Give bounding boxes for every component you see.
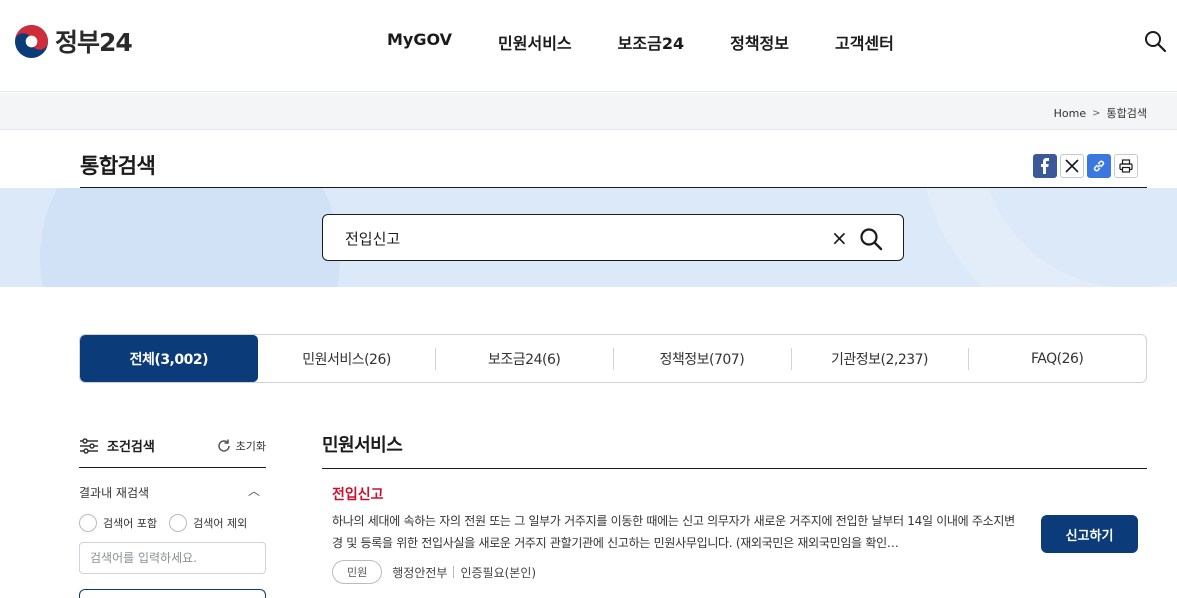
tab-civil-service[interactable]: 민원서비스(26) — [258, 335, 436, 382]
nav-subsidy24[interactable]: 보조금24 — [618, 30, 684, 54]
x-icon — [1065, 159, 1079, 173]
breadcrumb-home[interactable]: Home — [1054, 107, 1086, 120]
facebook-share-button[interactable] — [1033, 154, 1057, 178]
search-banner: × — [0, 188, 1177, 287]
sliders-icon — [80, 437, 98, 454]
print-button[interactable] — [1114, 154, 1138, 178]
search-icon[interactable] — [1143, 29, 1167, 53]
facebook-icon — [1041, 158, 1049, 174]
breadcrumb-current: 통합검색 — [1106, 107, 1147, 120]
result-item: 전입신고 하나의 세대에 속하는 자의 전원 또는 그 일부가 거주지를 이동한… — [332, 484, 1147, 584]
filter-title-label: 조건검색 — [107, 440, 155, 455]
refine-options: 검색어 포함 검색어 제외 — [79, 514, 266, 532]
taegeuk-logo-icon — [14, 24, 49, 58]
refine-search-header: 결과내 재검색 ︿ — [79, 484, 266, 504]
tab-subsidy24[interactable]: 보조금24(6) — [435, 335, 613, 382]
page-title: 통합검색 — [80, 154, 156, 178]
breadcrumb: Home > 통합검색 — [1054, 105, 1147, 121]
clear-icon[interactable]: × — [831, 227, 848, 249]
nav-mygov[interactable]: MyGOV — [387, 30, 452, 54]
chevron-up-icon[interactable]: ︿ — [248, 482, 260, 499]
exclude-keyword-label: 검색어 제외 — [193, 517, 248, 530]
result-agency: 행정안전부 — [392, 565, 448, 580]
reset-label: 초기화 — [235, 440, 266, 453]
logo-text: 정부24 — [55, 28, 133, 57]
site-header: 정부24 MyGOV 민원서비스 보조금24 정책정보 고객센터 — [0, 0, 1177, 92]
breadcrumb-bar: Home > 통합검색 — [0, 93, 1177, 130]
report-button[interactable]: 신고하기 — [1041, 515, 1138, 553]
main-nav: MyGOV 민원서비스 보조금24 정책정보 고객센터 — [387, 30, 940, 54]
nav-customer-center[interactable]: 고객센터 — [835, 30, 894, 54]
tab-all[interactable]: 전체(3,002) — [80, 335, 258, 382]
filter-next-section — [79, 589, 266, 598]
share-tools — [1030, 154, 1138, 178]
search-input[interactable] — [345, 227, 825, 249]
x-share-button[interactable] — [1060, 154, 1084, 178]
filter-header: 조건검색 초기화 — [79, 428, 266, 468]
search-box: × — [322, 214, 904, 261]
result-description: 하나의 세대에 속하는 자의 전원 또는 그 일부가 거주지를 이동한 때에는 … — [332, 514, 1015, 550]
tab-faq[interactable]: FAQ(26) — [968, 335, 1146, 382]
meta-divider — [453, 566, 455, 578]
tab-agency-info[interactable]: 기관정보(2,237) — [790, 335, 969, 382]
exclude-keyword-radio[interactable]: 검색어 제외 — [169, 514, 247, 532]
copy-link-button[interactable] — [1087, 154, 1111, 178]
link-icon — [1093, 160, 1105, 172]
nav-civil-service[interactable]: 민원서비스 — [498, 30, 572, 54]
result-auth: 인증필요(본인) — [460, 565, 537, 580]
include-keyword-radio[interactable]: 검색어 포함 — [79, 514, 157, 532]
refresh-icon — [217, 439, 230, 452]
filter-panel: 조건검색 초기화 결과내 재검색 ︿ 검색어 포함 검색어 제외 — [79, 428, 266, 598]
search-submit-icon[interactable] — [859, 227, 883, 251]
section-divider — [322, 468, 1147, 469]
result-meta: 민원 행정안전부 인증필요(본인) — [332, 560, 1147, 584]
print-icon — [1119, 159, 1133, 173]
nav-policy-info[interactable]: 정책정보 — [730, 30, 789, 54]
tab-policy-info[interactable]: 정책정보(707) — [613, 335, 791, 382]
site-logo[interactable]: 정부24 — [14, 23, 133, 59]
filter-title: 조건검색 — [79, 436, 155, 455]
refine-search-input[interactable] — [79, 542, 266, 574]
refine-search-label: 결과내 재검색 — [79, 486, 150, 500]
radio-circle — [79, 514, 97, 532]
section-title: 민원서비스 — [322, 435, 403, 456]
chevron-right-icon: > — [1092, 107, 1101, 119]
reset-button[interactable]: 초기화 — [216, 438, 266, 454]
result-title-link[interactable]: 전입신고 — [332, 484, 1147, 504]
result-category-tabs: 전체(3,002) 민원서비스(26) 보조금24(6) 정책정보(707) 기… — [79, 334, 1147, 383]
banner-decoration — [40, 188, 340, 287]
include-keyword-label: 검색어 포함 — [103, 517, 158, 530]
category-badge: 민원 — [332, 560, 383, 584]
banner-decoration — [920, 188, 1177, 287]
radio-circle — [169, 514, 188, 532]
